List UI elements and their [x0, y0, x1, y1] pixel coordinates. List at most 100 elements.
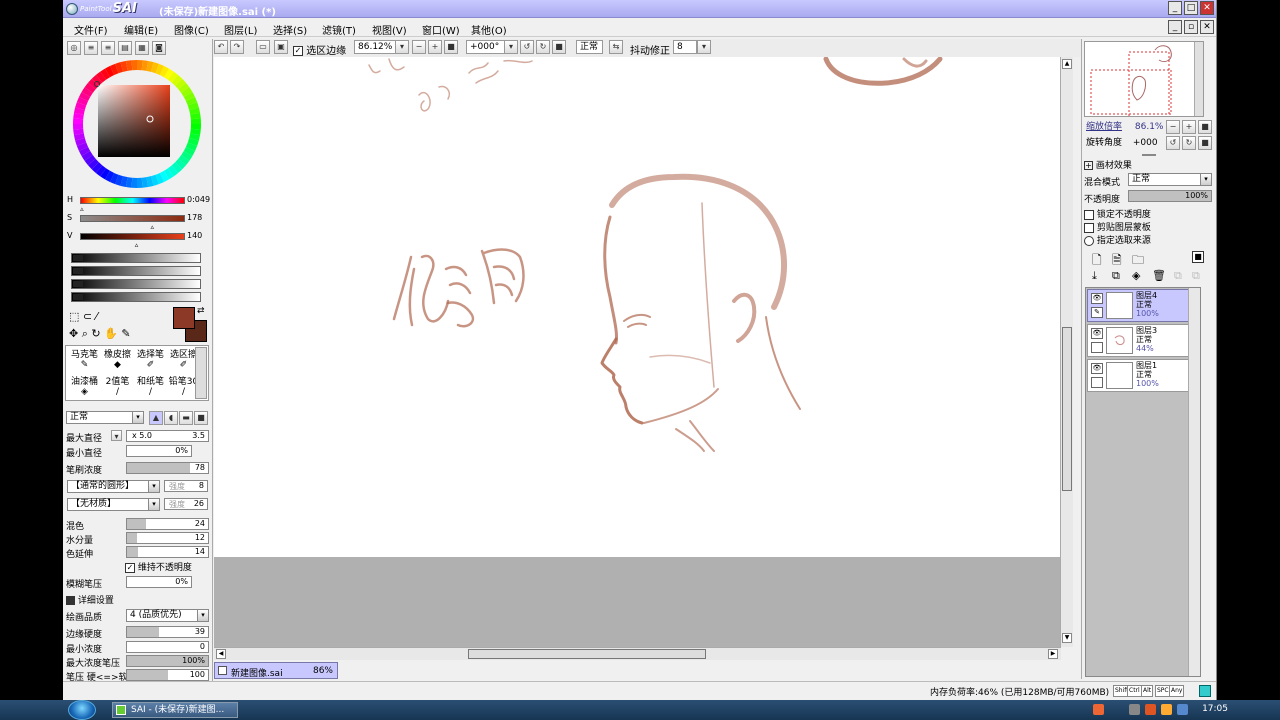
swatch-mode-icon[interactable]: ▦ [135, 41, 149, 55]
density-bar[interactable]: 78 [126, 462, 209, 474]
zoom-out-icon[interactable]: − [412, 40, 426, 54]
tip-shape-sharp-icon[interactable]: ▲ [149, 411, 163, 425]
layer-list-scrollbar[interactable] [1188, 288, 1200, 676]
redo-icon[interactable]: ↷ [230, 40, 244, 54]
color-mix-mode-icon[interactable]: ▤ [118, 41, 132, 55]
color-extend-bar[interactable]: 14 [126, 546, 209, 558]
hand-icon[interactable]: ✋ [104, 327, 118, 340]
user-color-slider-1[interactable] [71, 253, 201, 263]
diameter-preset-button[interactable]: ▾ [111, 430, 122, 441]
detail-settings-toggle[interactable]: 详细设置 [66, 593, 114, 606]
tip-shape-round-icon[interactable]: ◖ [164, 411, 178, 425]
pressure-curve-bar[interactable]: 100 [126, 669, 209, 681]
slider-knob[interactable] [73, 255, 83, 261]
lock-opacity-toggle[interactable]: 锁定不透明度 [1084, 207, 1151, 220]
maximize-button[interactable]: □ [1184, 1, 1198, 15]
menu-window[interactable]: 窗口(W) [422, 22, 460, 37]
tip-shape-flat-icon[interactable]: ▬ [179, 411, 193, 425]
selection-source-toggle[interactable]: 指定选取来源 [1084, 233, 1151, 246]
selection-edge-toggle[interactable]: ✓ 选区边缘 [293, 42, 346, 57]
canvas-paper[interactable] [214, 56, 1060, 557]
zoom-icon[interactable]: ⌕ [82, 327, 88, 340]
menu-filter[interactable]: 滤镜(T) [322, 22, 356, 37]
nav-zoom-reset-icon[interactable]: ■ [1198, 120, 1212, 134]
hue-slider-marker[interactable]: ▵ [80, 205, 84, 213]
tray-update-icon[interactable] [1161, 704, 1172, 715]
nav-zoom-out-icon[interactable]: − [1166, 120, 1180, 134]
brush-mode-dropdown[interactable]: 正常 ▾ [66, 411, 144, 424]
texture-strength-field[interactable]: 强度 26 [164, 498, 208, 510]
min-density-bar[interactable]: 0 [126, 641, 209, 653]
menu-edit[interactable]: 编辑(E) [124, 22, 158, 37]
undo-icon[interactable]: ↶ [214, 40, 228, 54]
max-density-pressure-bar[interactable]: 100% [126, 655, 209, 667]
blur-pressure-bar[interactable]: 0% [126, 576, 192, 588]
menu-image[interactable]: 图像(C) [174, 22, 209, 37]
rgb-slider-mode-icon[interactable]: ≡ [84, 41, 98, 55]
transfer-down-icon[interactable]: ⤓ [1092, 269, 1097, 283]
keep-opacity-checkbox[interactable]: ✓ [125, 562, 135, 573]
scroll-down-arrow[interactable]: ▼ [1062, 633, 1072, 643]
doc-close-button[interactable]: ✕ [1200, 20, 1214, 34]
rotate-icon[interactable]: ↻ [91, 327, 100, 340]
tray-network-icon[interactable] [1129, 704, 1140, 715]
minimize-button[interactable]: _ [1168, 1, 1182, 15]
color-wheel[interactable] [70, 57, 204, 191]
clipping-toggle[interactable]: 剪贴图层蒙板 [1084, 220, 1151, 233]
pen-edit-icon[interactable]: ✎ [1091, 307, 1103, 318]
rotate-reset-icon[interactable]: ■ [552, 40, 566, 54]
close-button[interactable]: ✕ [1200, 1, 1214, 15]
menu-select[interactable]: 选择(S) [273, 22, 307, 37]
scroll-up-arrow[interactable]: ▲ [1062, 59, 1072, 69]
zoom-field[interactable]: 86.12% [354, 40, 399, 54]
selection-source-radio[interactable] [1084, 235, 1094, 246]
slider-knob[interactable] [73, 268, 83, 274]
tool-washi[interactable]: 和纸笔 ∕ [134, 374, 167, 400]
user-color-slider-2[interactable] [71, 266, 201, 276]
eye-icon[interactable]: 👁 [1091, 363, 1103, 374]
tool-eraser[interactable]: 橡皮擦 ◆ [101, 347, 134, 373]
stabilizer-field[interactable]: 8 [673, 40, 697, 54]
horizontal-scroll-thumb[interactable] [468, 649, 706, 659]
delete-layer-icon[interactable]: 🗑 [1152, 269, 1166, 282]
tray-security-icon[interactable] [1145, 704, 1156, 715]
merge-down-icon[interactable]: ⧉ [1112, 269, 1120, 283]
zoom-in-icon[interactable]: + [428, 40, 442, 54]
tool-select-pen[interactable]: 选择笔 ✐ [134, 347, 167, 373]
rotation-field[interactable]: +000° [466, 40, 506, 54]
canvas-vertical-scrollbar[interactable]: ▲ ▼ [1060, 57, 1073, 647]
nav-zoom-in-icon[interactable]: + [1182, 120, 1196, 134]
layer-item[interactable]: 👁 图层3 正常 44% [1087, 324, 1200, 357]
paper-effect-toggle[interactable]: + 画材效果 [1084, 158, 1132, 171]
tool-binary-pen[interactable]: 2值笔 ∕ [101, 374, 134, 400]
layer-mask-toggle[interactable] [1091, 377, 1103, 388]
lock-opacity-checkbox[interactable] [1084, 209, 1094, 220]
nav-rotate-reset-icon[interactable]: ■ [1198, 136, 1212, 150]
saturation-slider-marker[interactable]: ▵ [151, 223, 155, 231]
layer-options-icon[interactable]: ■ [1192, 251, 1204, 263]
nav-rotate-value[interactable]: +000 [1133, 138, 1158, 148]
menu-file[interactable]: 文件(F) [74, 22, 108, 37]
eye-icon[interactable]: 👁 [1091, 328, 1103, 339]
hue-slider[interactable] [80, 197, 185, 204]
doc-minimize-button[interactable]: _ [1168, 20, 1182, 34]
flip-view-icon[interactable]: ⇆ [609, 40, 623, 54]
rotate-right-icon[interactable]: ↻ [536, 40, 550, 54]
taskbar-sai-button[interactable]: SAI - (未保存)新建图... [112, 702, 238, 718]
rotation-dropdown-arrow[interactable]: ▾ [504, 40, 518, 54]
value-slider-marker[interactable]: ▵ [135, 241, 139, 249]
eyedropper-icon[interactable]: ✎ [121, 327, 130, 340]
title-bar[interactable]: PaintTool SAI (未保存)新建图像.sai (*) _ □ ✕ [63, 0, 1216, 18]
shape-strength-field[interactable]: 强度 8 [164, 480, 208, 492]
stabilizer-dropdown-arrow[interactable]: ▾ [697, 40, 711, 54]
saturation-slider[interactable] [80, 215, 185, 222]
move-icon[interactable]: ✥ [69, 327, 78, 340]
zoom-dropdown-arrow[interactable]: ▾ [395, 40, 409, 54]
lasso-icon[interactable]: ⊂ [83, 310, 92, 323]
unlink-layer-icon[interactable]: ⧉ [1192, 269, 1200, 283]
zoom-reset-icon[interactable]: ■ [444, 40, 458, 54]
slider-knob[interactable] [73, 294, 83, 300]
tray-shield-icon[interactable] [1177, 704, 1188, 715]
tool-marker[interactable]: 马克笔 ✎ [68, 347, 101, 373]
blend-bar[interactable]: 24 [126, 518, 209, 530]
